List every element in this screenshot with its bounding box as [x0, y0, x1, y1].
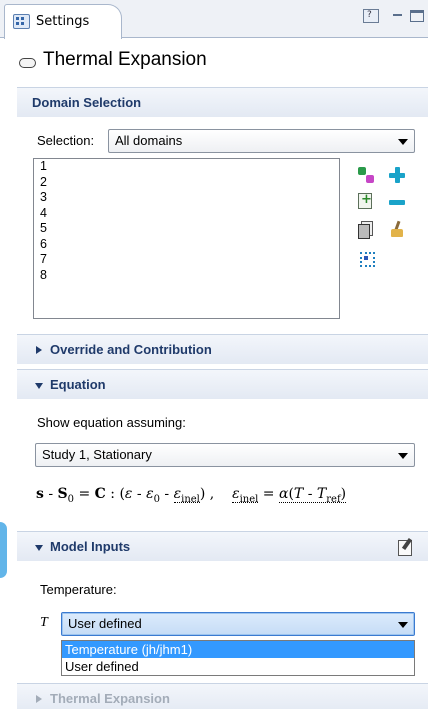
- chevron-down-icon: [398, 139, 408, 145]
- tab-strip: Settings ?: [0, 0, 428, 39]
- selection-dropdown[interactable]: All domains: [108, 129, 415, 153]
- list-item[interactable]: 7: [34, 252, 339, 268]
- temperature-symbol: T: [40, 615, 48, 630]
- chevron-down-icon: [398, 622, 408, 628]
- chevron-down-icon: [398, 453, 408, 459]
- domain-list[interactable]: 1 2 3 4 5 6 7 8: [33, 158, 340, 319]
- temperature-option[interactable]: User defined: [62, 658, 414, 675]
- section-thermal-expansion[interactable]: Thermal Expansion: [17, 683, 428, 709]
- zoom-to-selection-icon[interactable]: [357, 249, 375, 267]
- temperature-options-list: Temperature (jh/jhm1) User defined: [61, 640, 415, 676]
- temperature-option-highlighted[interactable]: Temperature (jh/jhm1): [62, 641, 414, 658]
- chevron-right-icon: [36, 695, 42, 703]
- section-equation[interactable]: Equation: [17, 369, 428, 399]
- clear-selection-icon[interactable]: [388, 220, 406, 238]
- copy-selection-icon[interactable]: [357, 220, 375, 239]
- list-item[interactable]: 4: [34, 206, 339, 222]
- settings-grid-icon: [13, 14, 30, 29]
- list-item[interactable]: 5: [34, 221, 339, 237]
- list-item[interactable]: 6: [34, 237, 339, 253]
- list-item[interactable]: 1: [34, 159, 339, 175]
- study-dropdown-value: Study 1, Stationary: [42, 447, 152, 462]
- section-model-inputs[interactable]: Model Inputs: [17, 531, 428, 561]
- list-item[interactable]: 8: [34, 268, 339, 284]
- edit-icon[interactable]: [397, 537, 415, 556]
- add-to-selection-icon[interactable]: [358, 192, 372, 209]
- thermal-expansion-node-icon: [19, 58, 36, 68]
- chevron-right-icon: [36, 346, 42, 354]
- section-thermal-expansion-label: Thermal Expansion: [50, 691, 170, 706]
- settings-tab-label: Settings: [36, 14, 90, 29]
- list-item[interactable]: 2: [34, 175, 339, 191]
- equation-display: s - S0 = C : (ε - ε0 - εinel) , εinel = …: [36, 486, 347, 505]
- panel-edge-indicator: [0, 522, 7, 578]
- chevron-down-icon: [35, 545, 43, 551]
- help-icon[interactable]: ?: [363, 9, 379, 23]
- paste-selection-icon[interactable]: [357, 166, 375, 184]
- list-item[interactable]: 3: [34, 190, 339, 206]
- section-domain-selection-label: Domain Selection: [32, 95, 142, 110]
- show-equation-label: Show equation assuming:: [37, 415, 186, 430]
- section-override-contribution[interactable]: Override and Contribution: [17, 334, 428, 364]
- maximize-icon[interactable]: [410, 10, 424, 22]
- settings-tab[interactable]: Settings: [4, 4, 122, 39]
- temperature-dropdown[interactable]: User defined: [61, 612, 415, 636]
- section-domain-selection[interactable]: Domain Selection: [17, 87, 428, 117]
- temperature-dropdown-value: User defined: [68, 616, 142, 631]
- minus-icon[interactable]: [388, 193, 406, 211]
- section-model-inputs-label: Model Inputs: [50, 539, 131, 554]
- section-equation-label: Equation: [50, 377, 106, 392]
- minimize-icon[interactable]: [390, 9, 406, 23]
- plus-icon[interactable]: [388, 166, 406, 184]
- selection-dropdown-value: All domains: [115, 133, 183, 148]
- study-dropdown[interactable]: Study 1, Stationary: [35, 443, 415, 467]
- temperature-label: Temperature:: [40, 582, 117, 597]
- page-title: Thermal Expansion: [43, 49, 207, 70]
- section-override-contribution-label: Override and Contribution: [50, 342, 212, 357]
- chevron-down-icon: [35, 383, 43, 389]
- selection-label: Selection:: [37, 133, 95, 148]
